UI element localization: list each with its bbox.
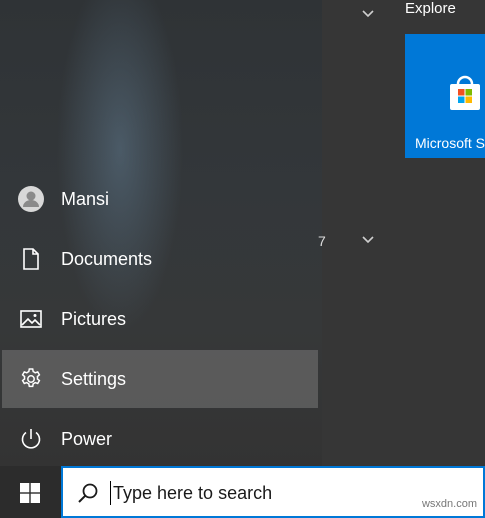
start-menu-item-power[interactable]: Power (2, 410, 318, 468)
start-menu-user[interactable]: Mansi (2, 170, 318, 228)
power-icon (19, 427, 43, 451)
expand-chevron-icon[interactable] (361, 235, 375, 245)
start-menu-item-pictures[interactable]: Pictures (2, 290, 318, 348)
user-name: Mansi (61, 189, 110, 209)
pictures-label: Pictures (61, 309, 127, 329)
start-menu-item-documents[interactable]: Documents (2, 230, 318, 288)
tile-group-title[interactable]: Explore (405, 0, 456, 18)
windows-logo-icon (20, 483, 40, 508)
collapse-chevron-icon[interactable] (361, 9, 375, 19)
start-button[interactable] (0, 466, 61, 518)
microsoft-store-tile[interactable]: Microsoft S (405, 34, 485, 158)
store-tile-label: Microsoft S (415, 135, 485, 151)
documents-label: Documents (61, 249, 153, 269)
text-caret (110, 481, 111, 505)
document-icon (19, 247, 43, 271)
power-label: Power (61, 429, 113, 449)
microsoft-store-icon (445, 74, 485, 119)
search-input[interactable] (113, 481, 413, 505)
gear-icon (19, 367, 43, 391)
watermark: wsxdn.com (421, 498, 477, 510)
taskbar-search-box[interactable]: wsxdn.com (61, 466, 485, 518)
section-number: 7 (318, 233, 326, 249)
settings-label: Settings (61, 369, 127, 389)
search-icon (77, 482, 99, 509)
pictures-icon (19, 307, 43, 331)
start-menu-item-settings[interactable]: Settings (2, 350, 318, 408)
start-menu-screen: Explore Microsoft S 7 Mansi Documents Pi… (0, 0, 485, 518)
user-avatar-icon (18, 186, 44, 212)
taskbar: wsxdn.com (0, 466, 485, 518)
